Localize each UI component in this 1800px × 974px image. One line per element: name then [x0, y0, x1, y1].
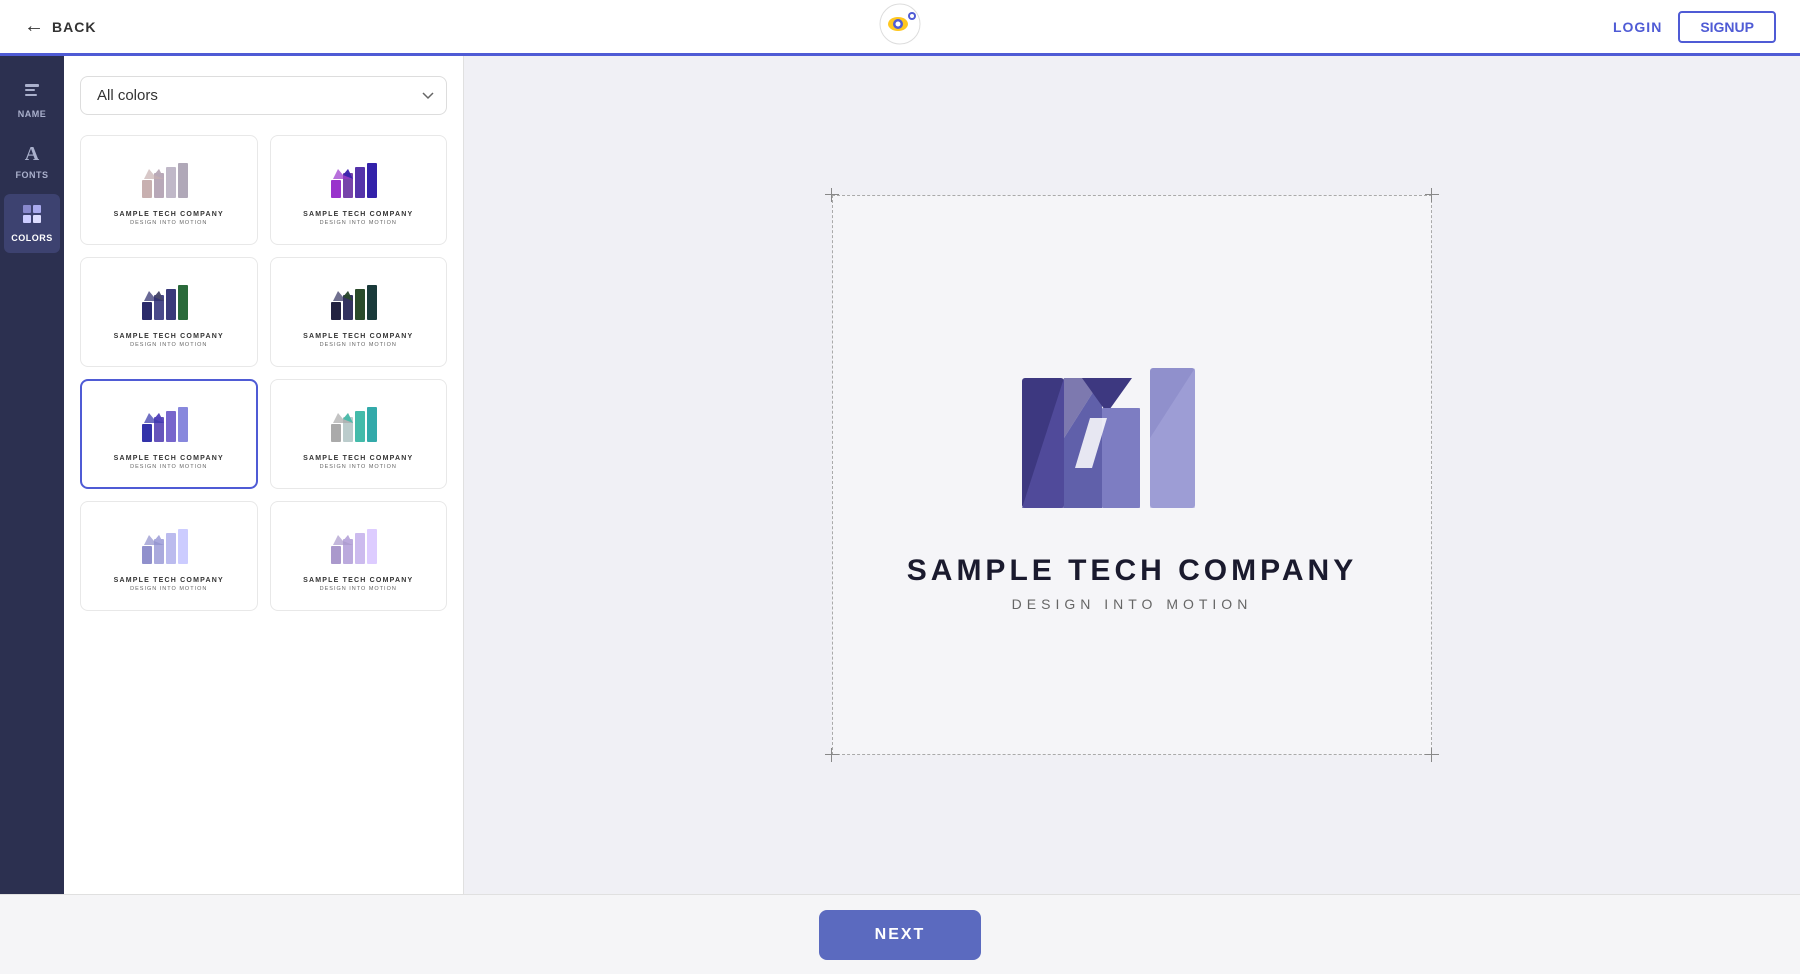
logo-card-5-svg: [134, 399, 204, 449]
corner-tl: [825, 188, 839, 202]
card-2-tagline: DESIGN INTO MOTION: [320, 220, 397, 226]
card-5-name: SAMPLE TECH COMPANY: [114, 455, 224, 462]
bottom-bar: NEXT: [0, 894, 1800, 974]
main-layout: NAME A FONTS COLORS All colors Light Dar…: [0, 56, 1800, 894]
back-button[interactable]: ← BACK: [24, 15, 96, 38]
card-2-name: SAMPLE TECH COMPANY: [303, 211, 413, 218]
sidebar-name-label: NAME: [18, 109, 47, 119]
sidebar-fonts-label: FONTS: [16, 170, 49, 180]
preview-tagline: DESIGN INTO MOTION: [1012, 596, 1253, 612]
logo-card-2-svg: [323, 155, 393, 205]
card-8-name: SAMPLE TECH COMPANY: [303, 577, 413, 584]
logo-card-7[interactable]: SAMPLE TECH COMPANY DESIGN INTO MOTION: [80, 501, 258, 611]
logo-card-4-svg: [323, 277, 393, 327]
filter-row: All colors Light Dark Colorful Monochrom…: [80, 76, 447, 115]
logo-card-6-svg: [323, 399, 393, 449]
logo-card-1-svg: [134, 155, 204, 205]
logo-card-1[interactable]: SAMPLE TECH COMPANY DESIGN INTO MOTION: [80, 135, 258, 245]
card-1-name: SAMPLE TECH COMPANY: [114, 211, 224, 218]
app-logo: [878, 2, 922, 51]
logo-card-8-svg: [323, 521, 393, 571]
back-arrow-icon: ←: [24, 15, 44, 38]
card-1-tagline: DESIGN INTO MOTION: [130, 220, 207, 226]
next-button[interactable]: NEXT: [819, 910, 982, 960]
color-filter-select[interactable]: All colors Light Dark Colorful Monochrom…: [80, 76, 447, 115]
logo-card-2[interactable]: SAMPLE TECH COMPANY DESIGN INTO MOTION: [270, 135, 448, 245]
left-panel: All colors Light Dark Colorful Monochrom…: [64, 56, 464, 894]
card-3-name: SAMPLE TECH COMPANY: [114, 333, 224, 340]
fonts-icon: A: [25, 143, 39, 166]
card-4-tagline: DESIGN INTO MOTION: [320, 342, 397, 348]
sidebar-item-colors[interactable]: COLORS: [4, 194, 60, 253]
brand-logo-icon: [878, 2, 922, 46]
sidebar-item-name[interactable]: NAME: [4, 72, 60, 129]
sidebar: NAME A FONTS COLORS: [0, 56, 64, 894]
corner-bl: [825, 748, 839, 762]
signup-button[interactable]: SIGNUP: [1678, 11, 1776, 43]
logo-grid: SAMPLE TECH COMPANY DESIGN INTO MOTION S…: [80, 135, 447, 611]
back-label: BACK: [52, 19, 96, 35]
name-icon: [23, 82, 41, 105]
card-4-name: SAMPLE TECH COMPANY: [303, 333, 413, 340]
card-8-tagline: DESIGN INTO MOTION: [320, 586, 397, 592]
sidebar-colors-label: COLORS: [11, 233, 53, 243]
colors-icon: [22, 204, 42, 229]
logo-card-4[interactable]: SAMPLE TECH COMPANY DESIGN INTO MOTION: [270, 257, 448, 367]
sidebar-item-fonts[interactable]: A FONTS: [4, 133, 60, 190]
topnav: ← BACK LOGIN SIGNUP: [0, 0, 1800, 56]
logo-card-6[interactable]: SAMPLE TECH COMPANY DESIGN INTO MOTION: [270, 379, 448, 489]
card-6-name: SAMPLE TECH COMPANY: [303, 455, 413, 462]
logo-card-7-svg: [134, 521, 204, 571]
login-button[interactable]: LOGIN: [1613, 19, 1662, 35]
corner-tr: [1425, 188, 1439, 202]
card-7-name: SAMPLE TECH COMPANY: [114, 577, 224, 584]
corner-br: [1425, 748, 1439, 762]
logo-card-3-svg: [134, 277, 204, 327]
preview-logo-svg: [1012, 338, 1252, 538]
card-5-tagline: DESIGN INTO MOTION: [130, 464, 207, 470]
card-6-tagline: DESIGN INTO MOTION: [320, 464, 397, 470]
logo-card-5[interactable]: SAMPLE TECH COMPANY DESIGN INTO MOTION: [80, 379, 258, 489]
logo-card-8[interactable]: SAMPLE TECH COMPANY DESIGN INTO MOTION: [270, 501, 448, 611]
preview-canvas: SAMPLE TECH COMPANY DESIGN INTO MOTION: [832, 195, 1432, 755]
logo-card-3[interactable]: SAMPLE TECH COMPANY DESIGN INTO MOTION: [80, 257, 258, 367]
preview-area: SAMPLE TECH COMPANY DESIGN INTO MOTION: [464, 56, 1800, 894]
card-3-tagline: DESIGN INTO MOTION: [130, 342, 207, 348]
card-7-tagline: DESIGN INTO MOTION: [130, 586, 207, 592]
preview-company-name: SAMPLE TECH COMPANY: [907, 554, 1357, 588]
topnav-right: LOGIN SIGNUP: [1613, 11, 1776, 43]
